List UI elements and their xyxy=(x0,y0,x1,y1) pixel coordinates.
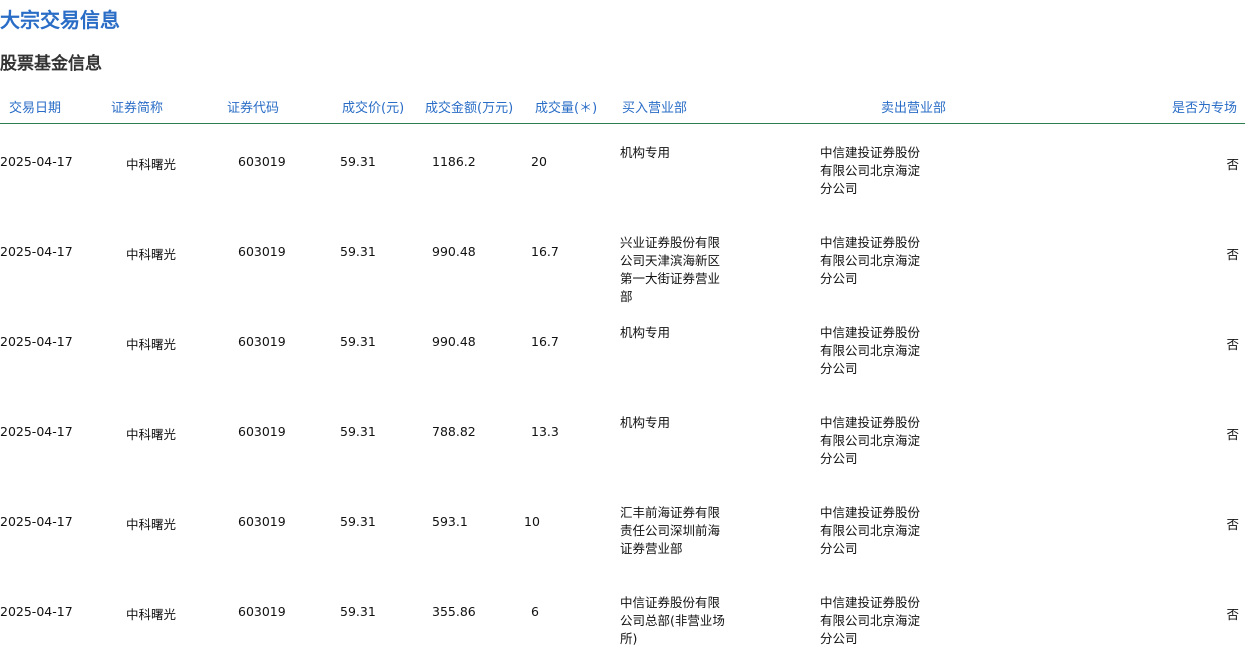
cell-amount: 990.48 xyxy=(432,334,476,349)
cell-stock-code: 603019 xyxy=(238,514,286,529)
cell-special: 否 xyxy=(1226,157,1239,172)
header-volume[interactable]: 成交量(＊) xyxy=(535,97,597,116)
cell-price: 59.31 xyxy=(340,154,376,169)
header-price[interactable]: 成交价(元) xyxy=(342,97,404,116)
block-trade-table: 交易日期 证券简称 证券代码 成交价(元) 成交金额(万元) 成交量(＊) 买入… xyxy=(0,94,1245,664)
table-row: 2025-04-17 中科曙光 603019 59.31 593.1 10 汇丰前海证券有限… xyxy=(0,484,1245,574)
cell-stock-name: 中科曙光 xyxy=(126,427,177,442)
header-amount[interactable]: 成交金额(万元) xyxy=(425,97,513,116)
cell-buyer: 机构专用 xyxy=(620,325,671,340)
cell-stock-name: 中科曙光 xyxy=(126,157,177,172)
cell-volume: 20 xyxy=(531,154,547,169)
cell-buyer: 兴业证券股份有限公司天津滨海新区第一大街证券营业部 xyxy=(620,235,721,304)
cell-price: 59.31 xyxy=(340,514,376,529)
cell-trade-date: 2025-04-17 xyxy=(0,154,73,169)
cell-seller: 中信建投证券股份有限公司北京海淀分公司 xyxy=(820,235,921,286)
cell-amount: 355.86 xyxy=(432,604,476,619)
cell-stock-code: 603019 xyxy=(238,424,286,439)
cell-stock-code: 603019 xyxy=(238,244,286,259)
cell-amount: 1186.2 xyxy=(432,154,476,169)
section-title: 股票基金信息 xyxy=(0,54,102,74)
cell-special: 否 xyxy=(1226,607,1239,622)
cell-special: 否 xyxy=(1226,337,1239,352)
cell-trade-date: 2025-04-17 xyxy=(0,334,73,349)
cell-volume: 13.3 xyxy=(531,424,559,439)
cell-stock-name: 中科曙光 xyxy=(126,247,177,262)
table-row: 2025-04-17 中科曙光 603019 59.31 990.48 16.7 兴业证券股… xyxy=(0,214,1245,304)
cell-seller: 中信建投证券股份有限公司北京海淀分公司 xyxy=(820,505,921,556)
cell-volume: 6 xyxy=(531,604,539,619)
cell-trade-date: 2025-04-17 xyxy=(0,514,73,529)
header-seller[interactable]: 卖出营业部 xyxy=(881,97,946,116)
header-special[interactable]: 是否为专场 xyxy=(1172,97,1237,116)
cell-special: 否 xyxy=(1226,247,1239,262)
cell-stock-name: 中科曙光 xyxy=(126,337,177,352)
cell-stock-code: 603019 xyxy=(238,604,286,619)
cell-volume: 16.7 xyxy=(531,334,559,349)
cell-buyer: 汇丰前海证券有限责任公司深圳前海证券营业部 xyxy=(620,505,721,556)
cell-buyer: 机构专用 xyxy=(620,145,671,160)
cell-special: 否 xyxy=(1226,427,1239,442)
cell-volume: 16.7 xyxy=(531,244,559,259)
cell-price: 59.31 xyxy=(340,604,376,619)
cell-amount: 990.48 xyxy=(432,244,476,259)
header-buyer[interactable]: 买入营业部 xyxy=(622,97,687,116)
cell-price: 59.31 xyxy=(340,334,376,349)
cell-trade-date: 2025-04-17 xyxy=(0,604,73,619)
cell-trade-date: 2025-04-17 xyxy=(0,244,73,259)
cell-price: 59.31 xyxy=(340,424,376,439)
cell-stock-name: 中科曙光 xyxy=(126,517,177,532)
header-stock-name[interactable]: 证券简称 xyxy=(111,97,163,116)
cell-price: 59.31 xyxy=(340,244,376,259)
cell-buyer: 中信证券股份有限公司总部(非营业场所) xyxy=(620,595,725,646)
cell-stock-code: 603019 xyxy=(238,334,286,349)
cell-volume: 10 xyxy=(524,514,540,529)
cell-seller: 中信建投证券股份有限公司北京海淀分公司 xyxy=(820,145,921,196)
cell-seller: 中信建投证券股份有限公司北京海淀分公司 xyxy=(820,325,921,376)
table-row: 2025-04-17 中科曙光 603019 59.31 355.86 6 中信证券股份有限… xyxy=(0,574,1245,664)
cell-amount: 788.82 xyxy=(432,424,476,439)
page-title: 大宗交易信息 xyxy=(0,8,120,32)
cell-buyer: 机构专用 xyxy=(620,415,671,430)
cell-special: 否 xyxy=(1226,517,1239,532)
cell-seller: 中信建投证券股份有限公司北京海淀分公司 xyxy=(820,415,921,466)
table-header: 交易日期 证券简称 证券代码 成交价(元) 成交金额(万元) 成交量(＊) 买入… xyxy=(0,94,1245,124)
cell-trade-date: 2025-04-17 xyxy=(0,424,73,439)
table-row: 2025-04-17 中科曙光 603019 59.31 1186.2 20 机构专用 中信建… xyxy=(0,124,1245,214)
cell-stock-code: 603019 xyxy=(238,154,286,169)
table-body: 2025-04-17 中科曙光 603019 59.31 1186.2 20 机构专用 中信建… xyxy=(0,124,1245,664)
cell-seller: 中信建投证券股份有限公司北京海淀分公司 xyxy=(820,595,921,646)
header-stock-code[interactable]: 证券代码 xyxy=(227,97,279,116)
table-row: 2025-04-17 中科曙光 603019 59.31 788.82 13.3 机构专用 中… xyxy=(0,394,1245,484)
header-trade-date[interactable]: 交易日期 xyxy=(9,97,61,116)
cell-amount: 593.1 xyxy=(432,514,468,529)
cell-stock-name: 中科曙光 xyxy=(126,607,177,622)
table-row: 2025-04-17 中科曙光 603019 59.31 990.48 16.7 机构专用 中… xyxy=(0,304,1245,394)
